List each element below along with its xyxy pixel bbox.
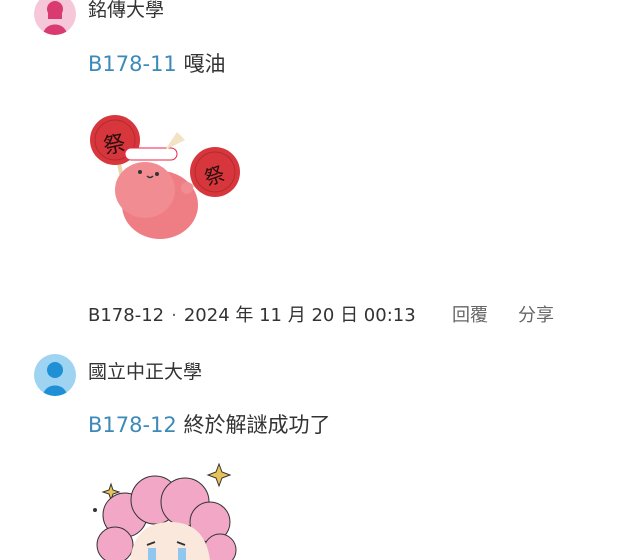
share-button[interactable]: 分享 bbox=[518, 301, 554, 327]
school-name[interactable]: 國立中正大學 bbox=[88, 357, 202, 384]
comment-body: 終於解謎成功了 bbox=[183, 413, 331, 437]
comment-text: B178-11 嘎油 bbox=[88, 48, 225, 78]
floor-reference-link[interactable]: B178-11 bbox=[88, 52, 177, 76]
crying-character-sticker bbox=[93, 462, 237, 560]
avatar-silhouette-icon bbox=[43, 362, 67, 396]
reply-button[interactable]: 回覆 bbox=[452, 301, 488, 327]
comment-meta: B178-12 · 2024 年 11 月 20 日 00:13 bbox=[88, 301, 416, 327]
floor-id: B178-12 bbox=[88, 305, 165, 326]
comment-text: B178-12 終於解謎成功了 bbox=[88, 409, 330, 439]
comment-body: 嘎油 bbox=[183, 52, 226, 76]
avatar-silhouette-icon bbox=[43, 1, 67, 35]
separator-dot: · bbox=[171, 305, 177, 326]
school-name[interactable]: 銘傳大學 bbox=[88, 0, 164, 22]
avatar[interactable] bbox=[34, 0, 76, 35]
floor-reference-link[interactable]: B178-12 bbox=[88, 413, 177, 437]
avatar[interactable] bbox=[34, 354, 76, 396]
timestamp: 2024 年 11 月 20 日 00:13 bbox=[183, 305, 416, 326]
